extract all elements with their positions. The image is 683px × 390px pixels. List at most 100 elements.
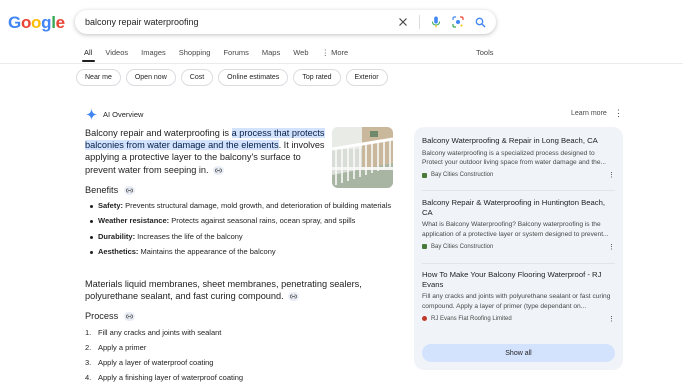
benefit-term: Weather resistance: [98, 216, 170, 226]
balcony-image[interactable] [332, 127, 393, 188]
chip-cost[interactable]: Cost [180, 69, 214, 86]
site-name: Bay Cities Construction [431, 172, 494, 179]
tab-shopping[interactable]: Shopping [179, 48, 211, 57]
more-vert-icon: ⋮ [321, 48, 332, 57]
source-site: RJ Evans Flat Roofing Limited ⋮ [422, 315, 615, 323]
site-favicon-icon [422, 244, 427, 250]
site-favicon-icon [422, 316, 427, 322]
logo-letter: e [55, 13, 65, 32]
benefit-text: Protects against seasonal rains, ocean s… [169, 216, 356, 226]
tab-maps[interactable]: Maps [262, 48, 280, 57]
learn-more-link[interactable]: Learn more [571, 110, 607, 117]
more-options-icon[interactable]: ⋮ [608, 171, 615, 179]
site-name: Bay Cities Construction [431, 243, 494, 250]
source-card[interactable]: Balcony Waterproofing & Repair in Long B… [422, 136, 615, 179]
search-tabs: All Videos Images Shopping Forums Maps W… [84, 48, 348, 57]
step-number: 3. [85, 358, 92, 367]
ai-overview-intro: Balcony repair and waterproofing is a pr… [85, 127, 325, 176]
logo-letter: o [31, 13, 42, 32]
more-options-icon[interactable]: ⋮ [614, 109, 623, 118]
sparkle-icon [85, 108, 97, 120]
microphone-icon[interactable] [430, 16, 442, 28]
list-item: 3. Apply a layer of waterproof coating [85, 358, 390, 368]
list-item: 2. Apply a primer [85, 343, 390, 353]
filter-chips: Near me Open now Cost Online estimates T… [76, 69, 388, 86]
tab-all[interactable]: All [84, 48, 92, 57]
tab-forums[interactable]: Forums [223, 48, 248, 57]
show-all-button[interactable]: Show all [422, 344, 615, 362]
google-logo[interactable]: Google [8, 13, 65, 33]
chip-exterior[interactable]: Exterior [345, 69, 388, 86]
more-options-icon[interactable]: ⋮ [608, 315, 615, 323]
step-text: Apply a finishing layer of waterproof co… [98, 373, 244, 382]
step-text: Apply a layer of waterproof coating [98, 358, 214, 367]
source-link-icon[interactable] [124, 185, 136, 195]
search-box[interactable]: balcony repair waterproofing [75, 10, 496, 34]
source-snippet: What is Balcony Waterproofing? Balcony w… [422, 220, 615, 240]
benefits-list: Safety: Prevents structural damage, mold… [88, 201, 393, 263]
source-site: Bay Cities Construction ⋮ [422, 171, 615, 179]
source-title[interactable]: Balcony Repair & Waterproofing in Huntin… [422, 198, 615, 217]
search-input[interactable]: balcony repair waterproofing [85, 17, 397, 27]
list-item: 4. Apply a finishing layer of waterproof … [85, 373, 390, 383]
chip-near-me[interactable]: Near me [76, 69, 121, 86]
camera-lens-icon[interactable] [452, 16, 464, 28]
chip-open-now[interactable]: Open now [125, 69, 176, 86]
divider [422, 263, 615, 264]
process-list: 1. Fill any cracks and joints with sealan… [85, 328, 390, 388]
source-card[interactable]: Balcony Repair & Waterproofing in Huntin… [422, 198, 615, 251]
sources-panel: Balcony Waterproofing & Repair in Long B… [414, 127, 623, 370]
list-item: 1. Fill any cracks and joints with sealan… [85, 328, 390, 338]
ai-overview-header: AI Overview [85, 108, 143, 120]
process-heading-text: Process [85, 311, 119, 321]
list-item: Durability: Increases the life of the ba… [88, 232, 393, 242]
tab-web[interactable]: Web [293, 48, 308, 57]
step-number: 1. [85, 328, 92, 337]
logo-letter: g [41, 13, 52, 32]
snippet-line: Balcony waterproofing is a specialized p… [422, 149, 595, 157]
chip-online-estimates[interactable]: Online estimates [218, 69, 289, 86]
step-number: 2. [85, 343, 92, 352]
snippet-line: Protect your outdoor living space from w… [422, 159, 606, 167]
tab-images[interactable]: Images [141, 48, 166, 57]
intro-prefix: Balcony repair and waterproofing is [85, 128, 232, 138]
tab-more[interactable]: ⋮ More [322, 48, 349, 57]
step-number: 4. [85, 373, 92, 382]
source-link-icon[interactable] [124, 311, 136, 321]
snippet-line: What is Balcony Waterproofing? Balcony w… [422, 221, 601, 228]
site-favicon-icon [422, 172, 427, 178]
active-tab-indicator [82, 60, 95, 62]
benefit-text: Maintains the appearance of the balcony [138, 247, 276, 257]
source-link-icon[interactable] [213, 165, 225, 175]
tab-videos[interactable]: Videos [105, 48, 128, 57]
step-text: Fill any cracks and joints with sealant [98, 328, 222, 337]
header-divider [0, 63, 683, 64]
divider [422, 190, 615, 191]
list-item: Aesthetics: Maintains the appearance of … [88, 247, 393, 257]
benefit-text: Prevents structural damage, mold growth,… [123, 201, 392, 210]
step-text: Apply a primer [98, 343, 147, 352]
source-snippet: Fill any cracks and joints with polyuret… [422, 292, 615, 312]
source-snippet: Balcony waterproofing is a specialized p… [422, 149, 615, 169]
clear-icon[interactable] [397, 16, 409, 28]
benefit-term: Safety: [98, 201, 124, 210]
source-title[interactable]: Balcony Waterproofing & Repair in Long B… [422, 136, 615, 146]
snippet-line: Fill any cracks and joints with polyuret… [422, 293, 591, 300]
source-title[interactable]: How To Make Your Balcony Flooring Waterp… [422, 270, 615, 289]
list-item: Safety: Prevents structural damage, mold… [88, 201, 393, 211]
process-heading: Process [85, 311, 136, 321]
source-site: Bay Cities Construction ⋮ [422, 243, 615, 251]
benefit-term: Durability: [98, 231, 136, 241]
site-name: RJ Evans Flat Roofing Limited [431, 315, 512, 322]
chip-top-rated[interactable]: Top rated [293, 69, 341, 86]
more-options-icon[interactable]: ⋮ [608, 243, 615, 251]
benefits-heading-text: Benefits [85, 185, 119, 195]
search-icon[interactable] [474, 16, 486, 28]
ai-overview-title: AI Overview [103, 109, 144, 119]
source-card[interactable]: How To Make Your Balcony Flooring Waterp… [422, 270, 615, 323]
source-link-icon[interactable] [288, 292, 300, 302]
tools-button[interactable]: Tools [476, 48, 494, 57]
snippet-line: application of a protective layer or sys… [422, 230, 609, 238]
search-divider [419, 15, 420, 29]
materials-paragraph: Materials liquid membranes, sheet membra… [85, 278, 390, 302]
